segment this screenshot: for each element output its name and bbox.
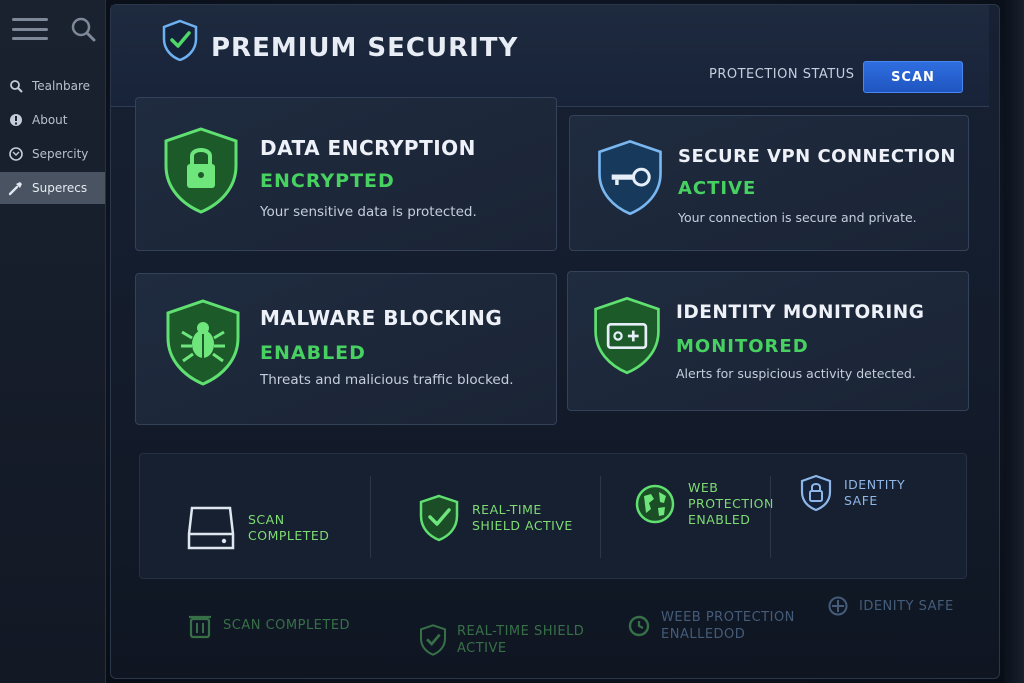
reflection-text: IDENITY SAFE	[859, 598, 954, 614]
shield-check-icon	[162, 19, 198, 61]
key-icon	[598, 140, 662, 216]
sidebar-item-sepercity[interactable]: Sepercity	[0, 138, 105, 170]
status-item-scan[interactable]: SCAN COMPLETED	[186, 504, 329, 552]
wrench-icon	[8, 180, 24, 196]
reflection-web: WEEB PROTECTION ENALLEDOD	[627, 609, 795, 643]
card-malware-blocking[interactable]: MALWARE BLOCKING ENABLED Threats and mal…	[135, 273, 557, 425]
lock-icon	[164, 127, 238, 214]
status-text: REAL-TIME SHIELD ACTIVE	[472, 502, 573, 533]
app-title: PREMIUM SECURITY	[211, 33, 519, 63]
card-status: ENCRYPTED	[260, 170, 395, 192]
scan-button[interactable]: SCAN	[863, 61, 963, 93]
sidebar-item-superecs[interactable]: Superecs	[0, 172, 105, 204]
sidebar-item-about[interactable]: About	[0, 104, 105, 136]
shield-check-icon	[419, 494, 459, 542]
main-window: PREMIUM SECURITY PROTECTION STATUS SCAN …	[110, 4, 1000, 679]
search-icon	[8, 78, 24, 94]
card-vpn-connection[interactable]: SECURE VPN CONNECTION ACTIVE Your connec…	[569, 115, 969, 251]
reflection-shield: REAL-TIME SHIELD ACTIVE	[419, 623, 584, 657]
card-description: Alerts for suspicious activity detected.	[676, 366, 916, 381]
card-status: ACTIVE	[678, 178, 757, 199]
status-item-shield[interactable]: REAL-TIME SHIELD ACTIVE	[418, 494, 573, 542]
status-item-web[interactable]: WEB PROTECTION ENABLED	[634, 480, 774, 528]
sidebar-item-label: Sepercity	[32, 147, 89, 161]
card-description: Your sensitive data is protected.	[260, 204, 477, 220]
sidebar-item-label: About	[32, 113, 68, 127]
card-identity-monitoring[interactable]: IDENTITY MONITORING MONITORED Alerts for…	[567, 271, 969, 411]
status-strip: SCAN COMPLETED REAL-TIME SHIELD ACTIVE W…	[139, 453, 967, 579]
trash-icon	[189, 615, 211, 639]
menu-icon[interactable]	[12, 18, 48, 40]
card-title: MALWARE BLOCKING	[260, 306, 503, 330]
reflection-text: WEEB PROTECTION ENALLEDOD	[661, 610, 795, 642]
sidebar-item-label: Superecs	[32, 181, 88, 195]
card-description: Your connection is secure and private.	[678, 210, 917, 225]
divider	[600, 476, 601, 558]
header: PREMIUM SECURITY PROTECTION STATUS SCAN	[111, 5, 989, 107]
shield-check-icon	[420, 624, 446, 656]
card-data-encryption[interactable]: DATA ENCRYPTION ENCRYPTED Your sensitive…	[135, 97, 557, 251]
card-status: MONITORED	[676, 336, 809, 357]
screen-edge	[1004, 0, 1024, 683]
reflection-identity: IDENITY SAFE	[827, 595, 954, 617]
sidebar-top	[0, 0, 105, 58]
refresh-icon	[628, 615, 650, 637]
target-icon	[828, 596, 848, 616]
sidebar: Tealnbare About Sepercity Superecs	[0, 0, 106, 683]
sidebar-item-label: Tealnbare	[32, 79, 90, 93]
mail-icon	[8, 146, 24, 162]
card-title: DATA ENCRYPTION	[260, 136, 476, 160]
divider	[370, 476, 371, 558]
reflection-text: SCAN COMPLETED	[223, 617, 351, 633]
globe-icon	[635, 484, 675, 524]
reflection-text: REAL-TIME SHIELD ACTIVE	[457, 624, 585, 656]
card-status: ENABLED	[260, 342, 366, 364]
search-icon[interactable]	[70, 16, 96, 42]
card-title: SECURE VPN CONNECTION	[678, 146, 956, 167]
info-icon	[8, 112, 24, 128]
divider	[770, 476, 771, 558]
shield-lock-icon	[800, 474, 832, 512]
status-text: IDENTITY SAFE	[844, 477, 906, 508]
id-card-icon	[594, 296, 660, 375]
card-title: IDENTITY MONITORING	[676, 302, 925, 323]
protection-status-label[interactable]: PROTECTION STATUS	[709, 67, 854, 82]
status-item-identity[interactable]: IDENTITY SAFE	[800, 474, 905, 512]
status-text: WEB PROTECTION ENABLED	[688, 480, 774, 527]
status-text: SCAN COMPLETED	[248, 512, 330, 543]
bug-icon	[166, 299, 240, 386]
reflection-scan: SCAN COMPLETED	[187, 611, 350, 639]
card-description: Threats and malicious traffic blocked.	[260, 372, 514, 388]
hard-drive-icon	[187, 506, 235, 550]
sidebar-item-tealnbare[interactable]: Tealnbare	[0, 70, 105, 102]
